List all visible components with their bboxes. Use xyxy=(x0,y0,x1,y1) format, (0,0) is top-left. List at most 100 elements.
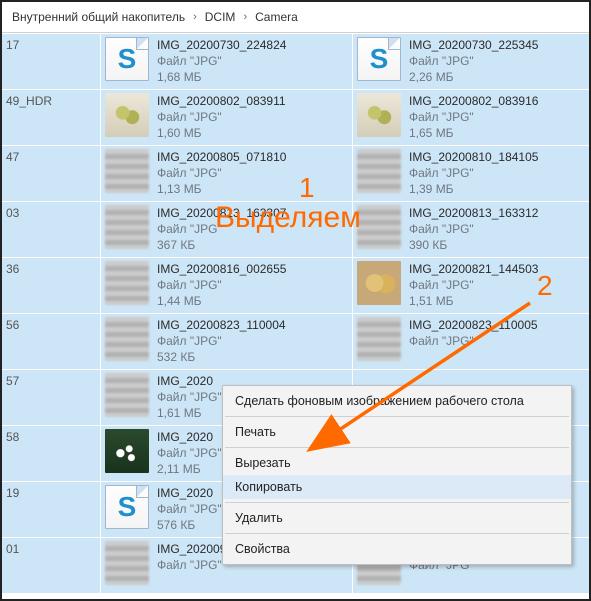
file-row: 17 S IMG_20200730_224824 Файл "JPG" 1,68… xyxy=(2,33,589,89)
item-suffix: 36 xyxy=(6,261,19,277)
file-name: IMG_20200823_110004 xyxy=(157,317,286,333)
file-name: IMG_20200802_083916 xyxy=(409,93,538,109)
file-size: 1,60 МБ xyxy=(157,125,286,141)
thumbnail-icon xyxy=(357,149,401,193)
item-suffix: 57 xyxy=(6,373,19,389)
menu-item-copy[interactable]: Копировать xyxy=(223,475,571,499)
file-item[interactable]: 49_HDR xyxy=(2,90,100,145)
file-type: Файл "JPG" xyxy=(157,221,286,237)
file-size: 367 КБ xyxy=(157,237,286,253)
menu-item-print[interactable]: Печать xyxy=(223,420,571,444)
file-item[interactable]: 56 xyxy=(2,314,100,369)
file-area: 17 S IMG_20200730_224824 Файл "JPG" 1,68… xyxy=(2,33,589,600)
file-icon: S xyxy=(105,485,149,529)
file-item[interactable]: 17 xyxy=(2,34,100,89)
file-name: IMG_20200821_144503 xyxy=(409,261,538,277)
thumbnail-icon xyxy=(105,93,149,137)
file-type: Файл "JPG" xyxy=(157,109,286,125)
file-size: 1,13 МБ xyxy=(157,181,286,197)
item-suffix: 58 xyxy=(6,429,19,445)
menu-item-delete[interactable]: Удалить xyxy=(223,506,571,530)
item-suffix: 19 xyxy=(6,485,19,501)
file-item[interactable]: IMG_20200823_110004 Файл "JPG" 532 КБ xyxy=(100,314,352,369)
file-size: 532 КБ xyxy=(157,349,286,365)
file-item[interactable]: 57 xyxy=(2,370,100,425)
file-size: 1,61 МБ xyxy=(157,405,222,421)
file-size: 1,44 МБ xyxy=(157,293,286,309)
file-item[interactable]: IMG_20200810_184105 Файл "JPG" 1,39 МБ xyxy=(352,146,589,201)
file-item[interactable]: IMG_20200823_110005 Файл "JPG" xyxy=(352,314,589,369)
breadcrumb-part[interactable]: DCIM xyxy=(201,10,240,24)
file-name: IMG_20200823_110005 xyxy=(409,317,538,333)
menu-separator xyxy=(225,416,569,417)
breadcrumb-part[interactable]: Camera xyxy=(251,10,302,24)
menu-separator xyxy=(225,533,569,534)
file-name: IMG_20200802_083911 xyxy=(157,93,286,109)
file-size: 1,39 МБ xyxy=(409,181,538,197)
thumbnail-icon xyxy=(105,429,149,473)
file-item[interactable]: 19 xyxy=(2,482,100,537)
file-row: 49_HDR IMG_20200802_083911 Файл "JPG" 1,… xyxy=(2,89,589,145)
file-type: Файл "JPG" xyxy=(157,53,286,69)
file-item[interactable]: 47 xyxy=(2,146,100,201)
item-suffix: 01 xyxy=(6,541,19,557)
file-type: Файл "JPG" xyxy=(157,445,222,461)
item-suffix: 49_HDR xyxy=(6,93,52,109)
thumbnail-icon xyxy=(105,541,149,585)
file-size: 2,11 МБ xyxy=(157,461,222,477)
file-name: IMG_20200730_225345 xyxy=(409,37,538,53)
thumbnail-icon xyxy=(105,149,149,193)
chevron-right-icon: › xyxy=(239,11,251,23)
file-type: Файл "JPG" xyxy=(409,53,538,69)
file-name: IMG_2020 xyxy=(157,485,222,501)
file-item[interactable]: 03 xyxy=(2,202,100,257)
file-item[interactable]: IMG_20200813_163307 Файл "JPG" 367 КБ xyxy=(100,202,352,257)
file-item[interactable]: IMG_20200805_071810 Файл "JPG" 1,13 МБ xyxy=(100,146,352,201)
file-type: Файл "JPG" xyxy=(409,277,538,293)
file-name: IMG_20200730_224824 xyxy=(157,37,286,53)
file-row: 56 IMG_20200823_110004 Файл "JPG" 532 КБ… xyxy=(2,313,589,369)
file-row: 36 IMG_20200816_002655 Файл "JPG" 1,44 М… xyxy=(2,257,589,313)
file-item[interactable]: 36 xyxy=(2,258,100,313)
file-item[interactable]: S IMG_20200730_224824 Файл "JPG" 1,68 МБ xyxy=(100,34,352,89)
thumbnail-icon xyxy=(357,205,401,249)
file-item[interactable]: IMG_20200816_002655 Файл "JPG" 1,44 МБ xyxy=(100,258,352,313)
thumbnail-icon xyxy=(357,261,401,305)
menu-item-properties[interactable]: Свойства xyxy=(223,537,571,561)
file-name: IMG_2020 xyxy=(157,373,222,389)
file-size: 390 КБ xyxy=(409,237,538,253)
file-type: Файл "JPG" xyxy=(157,333,286,349)
file-type: Файл "JPG" xyxy=(409,109,538,125)
file-name: IMG_20200810_184105 xyxy=(409,149,538,165)
menu-separator xyxy=(225,502,569,503)
file-type: Файл "JPG" xyxy=(157,389,222,405)
menu-item-set-background[interactable]: Сделать фоновым изображением рабочего ст… xyxy=(223,389,571,413)
file-type: Файл "JPG" xyxy=(409,165,538,181)
file-type: Файл "JPG" xyxy=(157,165,286,181)
item-suffix: 17 xyxy=(6,37,19,53)
file-item[interactable]: 58 xyxy=(2,426,100,481)
file-icon: S xyxy=(105,37,149,81)
item-suffix: 03 xyxy=(6,205,19,221)
file-type: Файл "JPG" xyxy=(157,277,286,293)
file-size: 1,68 МБ xyxy=(157,69,286,85)
file-name: IMG_20200813_163312 xyxy=(409,205,538,221)
item-suffix: 56 xyxy=(6,317,19,333)
file-item[interactable]: IMG_20200802_083911 Файл "JPG" 1,60 МБ xyxy=(100,90,352,145)
file-item[interactable]: 01 xyxy=(2,538,100,593)
item-suffix: 47 xyxy=(6,149,19,165)
file-size: 2,26 МБ xyxy=(409,69,538,85)
file-size: 1,51 МБ xyxy=(409,293,538,309)
file-name: IMG_20200805_071810 xyxy=(157,149,286,165)
file-item[interactable]: IMG_20200813_163312 Файл "JPG" 390 КБ xyxy=(352,202,589,257)
file-item[interactable]: IMG_20200821_144503 Файл "JPG" 1,51 МБ xyxy=(352,258,589,313)
menu-item-cut[interactable]: Вырезать xyxy=(223,451,571,475)
file-item[interactable]: S IMG_20200730_225345 Файл "JPG" 2,26 МБ xyxy=(352,34,589,89)
menu-separator xyxy=(225,447,569,448)
file-size: 1,65 МБ xyxy=(409,125,538,141)
breadcrumb-part[interactable]: Внутренний общий накопитель xyxy=(8,10,189,24)
file-type: Файл "JPG" xyxy=(157,501,222,517)
file-name: IMG_20200816_002655 xyxy=(157,261,286,277)
thumbnail-icon xyxy=(105,261,149,305)
file-item[interactable]: IMG_20200802_083916 Файл "JPG" 1,65 МБ xyxy=(352,90,589,145)
